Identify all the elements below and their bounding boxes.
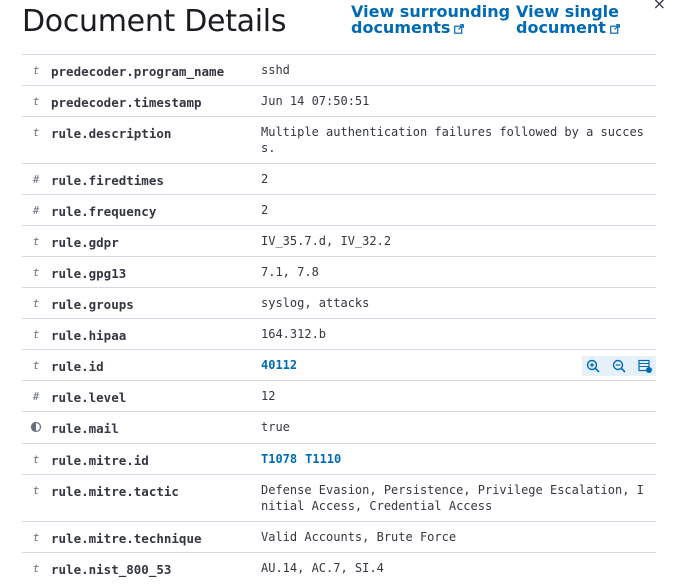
string-type-icon: t [32,266,40,279]
table-row: t rule.mitre.id T1078 T1110 [22,444,656,475]
mitre-id-link[interactable]: T1078 [261,452,297,466]
table-row: t rule.groups syslog, attacks [22,288,656,319]
field-value: 7.1, 7.8 [261,265,319,279]
toggle-column-icon[interactable] [637,358,653,374]
table-row: t rule.hipaa 164.312.b [22,319,656,350]
table-row: t rule.gdpr IV_35.7.d, IV_32.2 [22,226,656,257]
field-name: predecoder.program_name [51,64,225,79]
filter-out-value-icon[interactable] [611,358,627,374]
string-type-icon: t [32,126,40,139]
table-row: t predecoder.timestamp Jun 14 07:50:51 [22,86,656,117]
table-row: # rule.firedtimes 2 [22,164,656,195]
field-value: IV_35.7.d, IV_32.2 [261,234,392,248]
external-link-icon [454,21,465,34]
number-type-icon: # [32,390,40,403]
field-value: 12 [261,389,276,403]
field-value: AU.14, AC.7, SI.4 [261,561,384,575]
table-row: t rule.gpg13 7.1, 7.8 [22,257,656,288]
table-row: t rule.mitre.technique Valid Accounts, B… [22,522,656,553]
string-type-icon: t [32,453,40,466]
string-type-icon: t [32,562,40,575]
field-name: rule.mail [51,421,119,436]
table-row: # rule.frequency 2 [22,195,656,226]
field-value: Jun 14 07:50:51 [261,94,370,108]
field-name: predecoder.timestamp [51,95,202,110]
external-link-icon [609,21,620,34]
string-type-icon: t [32,297,40,310]
table-row: t rule.description Multiple authenticati… [22,117,656,164]
link-label-line2: documents [351,18,451,37]
table-row: rule.mail true [22,412,656,444]
page-title: Document Details [22,4,287,39]
field-value: 2 [261,172,269,186]
view-surrounding-documents-link[interactable]: View surrounding documents [351,4,510,36]
field-name: rule.gpg13 [51,266,127,281]
field-value: Valid Accounts, Brute Force [261,530,457,544]
table-row: # rule.level 12 [22,381,656,412]
string-type-icon: t [32,95,40,108]
field-value: 164.312.b [261,327,327,341]
field-name: rule.mitre.id [51,453,149,468]
field-name: rule.firedtimes [51,173,164,188]
table-row: t rule.nist_800_53 AU.14, AC.7, SI.4 [22,553,656,584]
row-actions [582,356,656,376]
table-row: t rule.id 40112 [22,350,656,381]
field-name: rule.groups [51,297,134,312]
field-value: syslog, attacks [261,296,370,310]
field-name: rule.mitre.technique [51,531,202,546]
field-value-links: T1078 T1110 [261,451,646,467]
field-name: rule.gdpr [51,235,119,250]
field-name: rule.nist_800_53 [51,562,172,577]
string-type-icon: t [32,531,40,544]
string-type-icon: t [32,64,40,77]
field-value: true [261,420,290,434]
boolean-type-icon [30,421,42,436]
field-value: Defense Evasion, Persistence, Privilege … [261,483,644,513]
flyout-header: Document Details View surrounding docume… [0,0,680,46]
table-row: t predecoder.program_name sshd [22,55,656,86]
close-icon[interactable]: × [653,0,666,13]
field-name: rule.frequency [51,204,157,219]
field-value: 2 [261,203,269,217]
string-type-icon: t [32,359,40,372]
document-fields-table: t predecoder.program_name sshd t predeco… [22,24,656,584]
number-type-icon: # [32,204,40,217]
number-type-icon: # [32,173,40,186]
field-value: Multiple authentication failures followe… [261,125,644,155]
field-name: rule.level [51,390,127,405]
field-name: rule.hipaa [51,328,127,343]
string-type-icon: t [32,484,40,497]
string-type-icon: t [32,328,40,341]
field-value: sshd [261,63,290,77]
link-label-line2: document [516,18,606,37]
field-name: rule.id [51,359,104,374]
table-row: t rule.mitre.tactic Defense Evasion, Per… [22,475,656,522]
mitre-id-link[interactable]: T1110 [305,452,341,466]
string-type-icon: t [32,235,40,248]
view-single-document-link[interactable]: View single document [516,4,620,36]
field-name: rule.description [51,126,172,141]
field-name: rule.mitre.tactic [51,484,179,499]
filter-for-value-icon[interactable] [585,358,601,374]
